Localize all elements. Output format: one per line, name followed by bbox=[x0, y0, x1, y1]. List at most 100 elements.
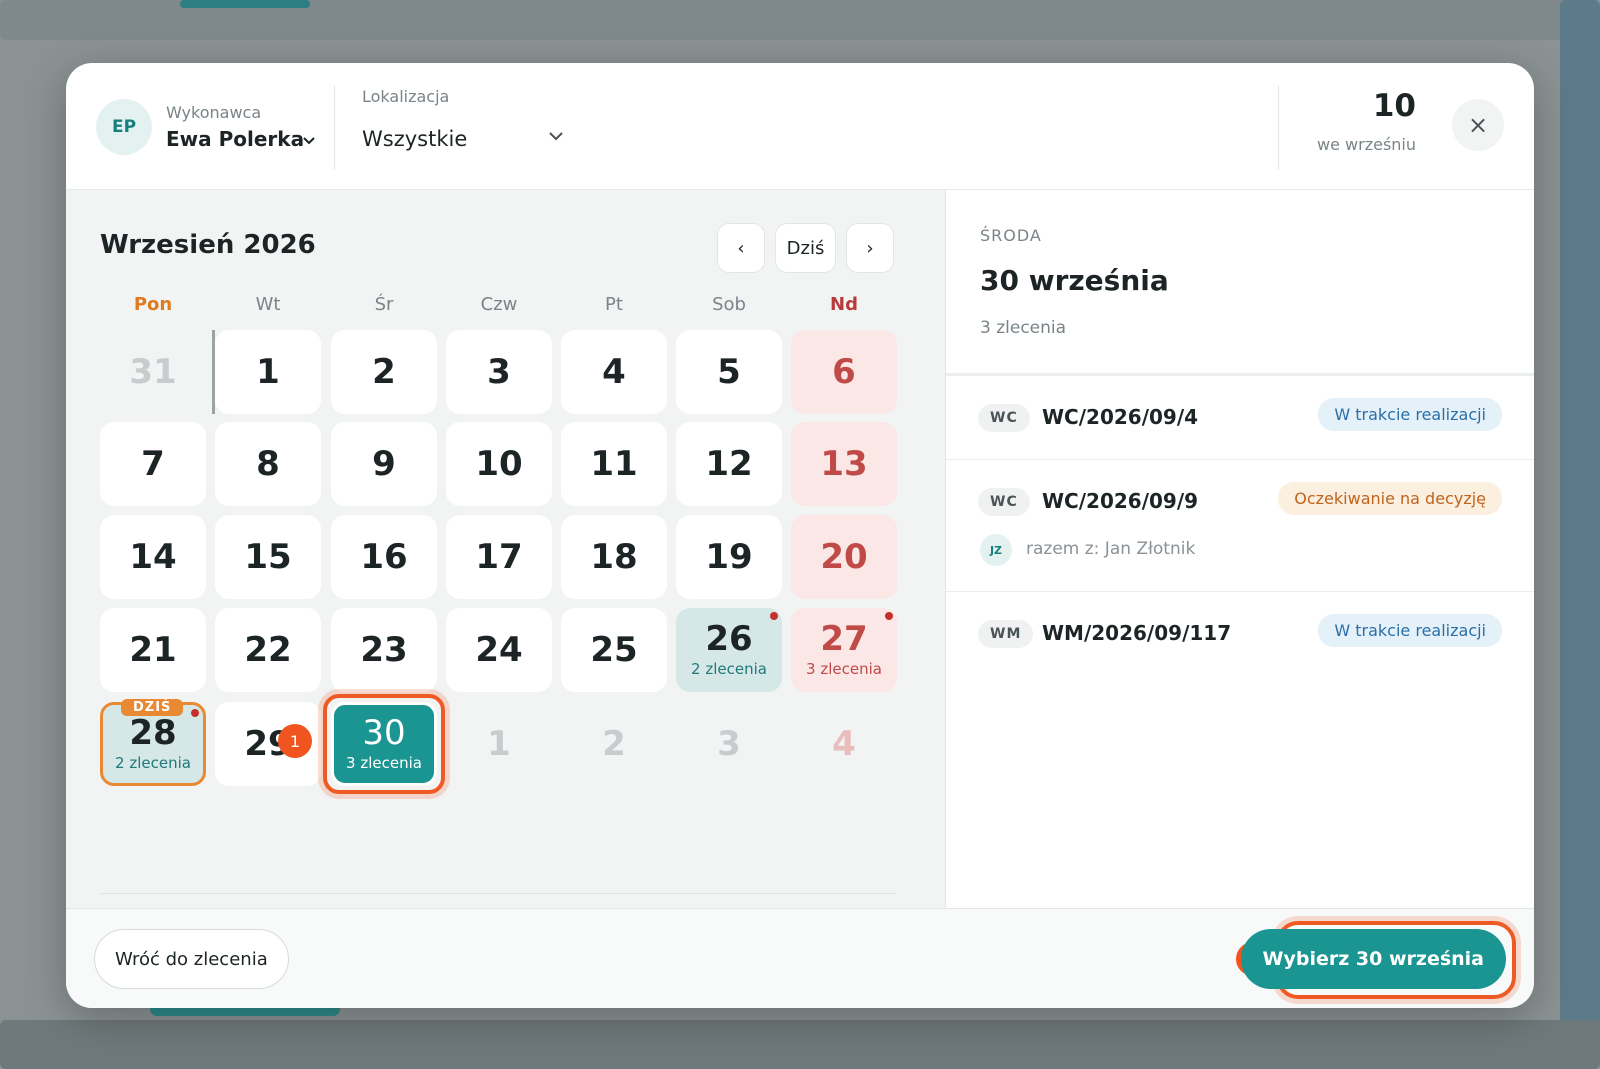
weekday-header: Pt bbox=[605, 294, 623, 315]
status-badge: W trakcie realizacji bbox=[1318, 398, 1502, 431]
day-number: 3 bbox=[717, 724, 741, 764]
day-number: 28 bbox=[129, 713, 177, 753]
calendar-day[interactable]: 9 bbox=[331, 422, 437, 506]
calendar-day[interactable]: 23 bbox=[331, 608, 437, 692]
co-worker-avatar: JZ bbox=[980, 534, 1012, 566]
today-button[interactable]: Dziś bbox=[775, 223, 836, 273]
day-number: 13 bbox=[820, 444, 868, 484]
calendar-day: 4 bbox=[791, 702, 897, 786]
day-number: 2 bbox=[602, 724, 626, 764]
calendar-day[interactable]: 18 bbox=[561, 515, 667, 599]
day-number: 24 bbox=[475, 630, 523, 670]
calendar-day[interactable]: 16 bbox=[331, 515, 437, 599]
calendar-day[interactable]: 27 3 zlecenia bbox=[791, 608, 897, 692]
calendar-day-today[interactable]: DZIŚ 28 2 zlecenia bbox=[100, 699, 206, 786]
order-row[interactable]: WM WM/2026/09/117 W trakcie realizacji bbox=[946, 592, 1534, 678]
overdue-dot bbox=[191, 709, 199, 717]
modal-header: EP Wykonawca Ewa Polerka Lokalizacja Wsz… bbox=[66, 63, 1534, 190]
calendar-panel: Wrzesień 2026 ‹ Dziś › Pon Wt Śr Czw Pt Sob Nd… bbox=[66, 190, 946, 932]
calendar-day[interactable]: 3 bbox=[446, 330, 552, 414]
day-order-count: 2 zlecenia bbox=[691, 660, 767, 678]
calendar-day[interactable]: 20 bbox=[791, 515, 897, 599]
calendar-day[interactable]: 10 bbox=[446, 422, 552, 506]
day-number: 19 bbox=[705, 537, 753, 577]
calendar-day[interactable]: 13 bbox=[791, 422, 897, 506]
location-select[interactable]: Wszystkie bbox=[362, 127, 467, 151]
select-date-button[interactable]: Wybierz 30 września bbox=[1240, 929, 1506, 989]
day-number: 3 bbox=[487, 352, 511, 392]
day-number: 4 bbox=[602, 352, 626, 392]
order-type-badge: WM bbox=[978, 620, 1034, 648]
chevron-down-icon[interactable] bbox=[548, 131, 564, 141]
order-code: WM/2026/09/117 bbox=[1042, 621, 1232, 645]
day-number: 8 bbox=[256, 444, 280, 484]
day-number: 11 bbox=[590, 444, 638, 484]
today-tag: DZIŚ bbox=[121, 699, 184, 716]
monthly-count-label: we wrześniu bbox=[1317, 135, 1416, 154]
order-code: WC/2026/09/4 bbox=[1042, 405, 1199, 429]
weekday-header: Wt bbox=[255, 294, 281, 315]
calendar-day[interactable]: 11 bbox=[561, 422, 667, 506]
calendar-day[interactable]: 5 bbox=[676, 330, 782, 414]
header-divider bbox=[1278, 85, 1279, 170]
calendar-day[interactable]: 22 bbox=[215, 608, 321, 692]
calendar-day[interactable]: 7 bbox=[100, 422, 206, 506]
calendar-day[interactable]: 26 2 zlecenia bbox=[676, 608, 782, 692]
calendar-day[interactable]: 25 bbox=[561, 608, 667, 692]
day-number: 15 bbox=[244, 537, 292, 577]
weekday-header: Czw bbox=[480, 294, 518, 315]
date-picker-modal: EP Wykonawca Ewa Polerka Lokalizacja Wsz… bbox=[66, 63, 1534, 1008]
background-tab bbox=[180, 0, 310, 8]
performer-label: Wykonawca bbox=[166, 103, 262, 122]
day-number: 9 bbox=[372, 444, 396, 484]
weekday-header: Śr bbox=[374, 294, 394, 315]
day-number: 10 bbox=[475, 444, 523, 484]
close-button[interactable]: × bbox=[1452, 99, 1504, 151]
order-code: WC/2026/09/9 bbox=[1042, 489, 1199, 513]
calendar-day[interactable]: 8 bbox=[215, 422, 321, 506]
detail-weekday: ŚRODA bbox=[980, 226, 1042, 245]
calendar-day[interactable]: 15 bbox=[215, 515, 321, 599]
day-number: 26 bbox=[705, 619, 753, 659]
performer-select[interactable]: Ewa Polerka bbox=[166, 127, 304, 151]
day-number: 2 bbox=[372, 352, 396, 392]
calendar-day[interactable]: 19 bbox=[676, 515, 782, 599]
overdue-dot bbox=[770, 612, 778, 620]
calendar-day[interactable]: 17 bbox=[446, 515, 552, 599]
modal-footer: Wróć do zlecenia 2 Wybierz 30 września bbox=[66, 908, 1534, 1008]
weekday-header: Pon bbox=[133, 294, 173, 315]
chevron-right-icon: › bbox=[866, 237, 874, 259]
calendar-day[interactable]: 6 bbox=[791, 330, 897, 414]
weekday-header: Nd bbox=[830, 294, 858, 315]
calendar-day[interactable]: 24 bbox=[446, 608, 552, 692]
day-number: 21 bbox=[129, 630, 177, 670]
calendar-day[interactable]: 21 bbox=[100, 608, 206, 692]
day-number: 25 bbox=[590, 630, 638, 670]
day-number: 20 bbox=[820, 537, 868, 577]
monthly-count: 10 bbox=[1372, 88, 1416, 124]
next-month-button[interactable]: › bbox=[846, 223, 894, 273]
day-order-count: 3 zlecenia bbox=[806, 660, 882, 678]
day-number: 5 bbox=[717, 352, 741, 392]
overdue-dot bbox=[885, 612, 893, 620]
order-row[interactable]: WC WC/2026/09/9 Oczekiwanie na decyzję J… bbox=[946, 460, 1534, 592]
calendar-day[interactable]: 2 bbox=[331, 330, 437, 414]
back-to-order-button[interactable]: Wróć do zlecenia bbox=[94, 929, 289, 989]
calendar-day[interactable]: 1 bbox=[215, 330, 321, 414]
detail-date: 30 września bbox=[980, 264, 1169, 297]
month-title: Wrzesień 2026 bbox=[100, 230, 316, 260]
prev-month-button[interactable]: ‹ bbox=[717, 223, 765, 273]
day-number: 22 bbox=[244, 630, 292, 670]
calendar-day[interactable]: 14 bbox=[100, 515, 206, 599]
day-number: 14 bbox=[129, 537, 177, 577]
order-row[interactable]: WC WC/2026/09/4 W trakcie realizacji bbox=[946, 376, 1534, 460]
calendar-day[interactable]: 4 bbox=[561, 330, 667, 414]
order-type-badge: WC bbox=[978, 488, 1030, 516]
day-number: 27 bbox=[820, 619, 868, 659]
co-worker-text: razem z: Jan Złotnik bbox=[1026, 539, 1196, 559]
chevron-down-icon[interactable] bbox=[302, 136, 316, 146]
day-number: 23 bbox=[360, 630, 408, 670]
day-number: 17 bbox=[475, 537, 523, 577]
calendar-day[interactable]: 12 bbox=[676, 422, 782, 506]
background-footer bbox=[0, 1020, 1600, 1069]
